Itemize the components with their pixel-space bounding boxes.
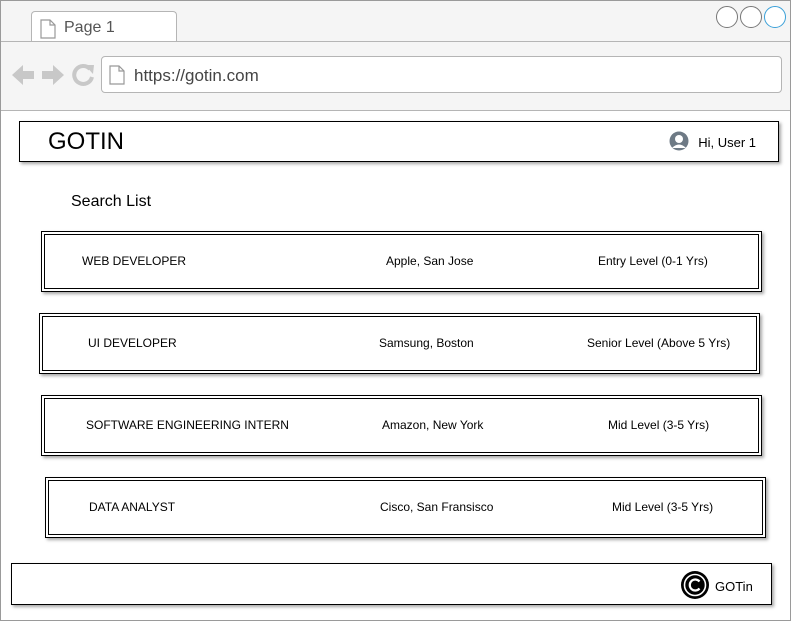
browser-tab[interactable]: Page 1 — [31, 11, 177, 42]
job-card[interactable]: DATA ANALYST Cisco, San Fransisco Mid Le… — [45, 477, 766, 538]
tab-divider — [1, 41, 790, 42]
brand-logo[interactable]: GOTIN — [48, 128, 124, 156]
window-button-1[interactable] — [716, 6, 738, 28]
job-company: Apple, San Jose — [386, 254, 474, 268]
browser-window: Page 1 https://gotin.com GOTIN Hi, User … — [0, 0, 791, 621]
window-button-2[interactable] — [740, 6, 762, 28]
reload-icon[interactable] — [71, 63, 95, 87]
job-card[interactable]: UI DEVELOPER Samsung, Boston Senior Leve… — [39, 313, 760, 374]
url-text: https://gotin.com — [134, 66, 259, 85]
user-avatar-icon — [669, 131, 689, 154]
job-level: Mid Level (3-5 Yrs) — [612, 500, 714, 514]
job-title: DATA ANALYST — [89, 500, 176, 514]
nav-controls — [11, 63, 95, 87]
job-card[interactable]: WEB DEVELOPER Apple, San Jose Entry Leve… — [41, 231, 762, 292]
job-card[interactable]: SOFTWARE ENGINEERING INTERN Amazon, New … — [41, 395, 762, 456]
copyright-text: GOTin — [715, 579, 753, 594]
job-company: Amazon, New York — [382, 418, 484, 432]
tab-label: Page 1 — [64, 19, 115, 36]
window-button-3[interactable] — [764, 6, 786, 28]
site-header: GOTIN Hi, User 1 — [19, 121, 779, 162]
address-bar[interactable]: https://gotin.com — [101, 56, 782, 93]
job-level: Senior Level (Above 5 Yrs) — [587, 336, 731, 350]
job-title: SOFTWARE ENGINEERING INTERN — [86, 418, 289, 432]
job-title: UI DEVELOPER — [88, 336, 177, 350]
copyright: GOTin — [680, 570, 753, 603]
job-level: Mid Level (3-5 Yrs) — [608, 418, 710, 432]
back-arrow-icon[interactable] — [11, 64, 35, 86]
job-level: Entry Level (0-1 Yrs) — [598, 254, 708, 268]
user-menu[interactable]: Hi, User 1 — [669, 131, 756, 154]
window-controls — [716, 6, 786, 28]
page-icon — [109, 65, 125, 90]
job-company: Cisco, San Fransisco — [380, 500, 494, 514]
forward-arrow-icon[interactable] — [41, 64, 65, 86]
job-title: WEB DEVELOPER — [82, 254, 187, 268]
job-company: Samsung, Boston — [379, 336, 474, 350]
copyright-icon — [680, 570, 710, 603]
section-title: Search List — [71, 193, 152, 210]
browser-chrome: Page 1 https://gotin.com — [1, 1, 790, 111]
site-footer: GOTin — [11, 563, 772, 605]
user-greeting: Hi, User 1 — [698, 135, 756, 150]
